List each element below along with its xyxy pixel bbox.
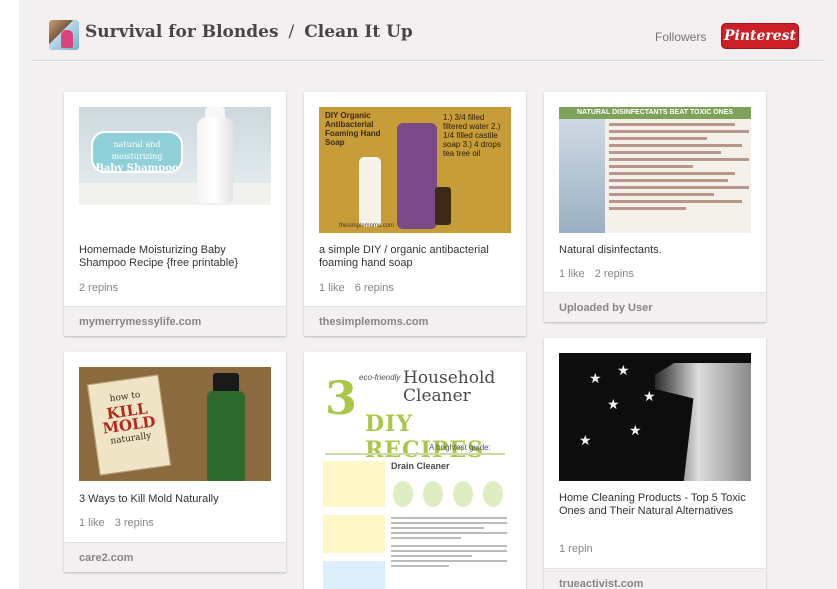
star-icon: ★ [617, 362, 630, 378]
pin-stats: 1 repin [559, 543, 593, 555]
pin-image[interactable]: NATURAL DISINFECTANTS BEAT TOXIC ONES [559, 107, 751, 233]
image-text: Drain Cleaner [391, 461, 450, 471]
user-name-link[interactable]: Survival for Blondes [85, 22, 279, 42]
pin-description[interactable]: a simple DIY / organic antibacterial foa… [319, 244, 511, 270]
oil-bottle-shape [435, 187, 451, 225]
repin-count[interactable]: 2 repins [79, 282, 118, 294]
star-icon: ★ [589, 370, 602, 386]
pin-source[interactable]: mymerrymessylife.com [64, 306, 286, 336]
star-icon: ★ [607, 396, 620, 412]
followers-link[interactable]: Followers [655, 30, 706, 44]
pin-stats: 1 like 3 repins [79, 517, 154, 529]
bottle-shape [197, 117, 233, 203]
image-text: DIY RECIPES [365, 411, 485, 463]
info-box [323, 561, 385, 589]
image-label: natural and moisturizing Baby Shampoo [91, 131, 183, 174]
pin-source[interactable]: Uploaded by User [544, 292, 766, 322]
pin-card[interactable]: natural and moisturizing Baby Shampoo Ho… [64, 92, 286, 336]
pin-image[interactable]: natural and moisturizing Baby Shampoo [79, 107, 271, 205]
repin-count[interactable]: 1 repin [559, 543, 593, 555]
pin-stats: 2 repins [79, 282, 118, 294]
like-count[interactable]: 1 like [79, 517, 105, 529]
image-text: Household Cleaner [403, 368, 496, 406]
image-text: natural and moisturizing [111, 140, 163, 161]
pinterest-button[interactable]: Pinterest [721, 23, 799, 49]
header-divider [33, 60, 823, 62]
image-text: 3 [325, 371, 358, 425]
breadcrumb-separator: / [288, 22, 295, 42]
ingredient-illustrations [391, 477, 507, 511]
cleaning-person-figure [559, 119, 605, 233]
repin-count[interactable]: 6 repins [355, 282, 394, 294]
pin-stats: 1 like 2 repins [559, 268, 634, 280]
user-avatar[interactable] [49, 20, 79, 50]
spray-bottle-shape [655, 363, 751, 481]
pin-description[interactable]: 3 Ways to Kill Mold Naturally [79, 493, 271, 506]
star-icon: ★ [579, 432, 592, 448]
board-header: Survival for Blondes / Clean It Up Followe… [19, 0, 837, 62]
pin-card[interactable]: how to KILL MOLD naturally 3 Ways to Kil… [64, 352, 286, 572]
soap-bottle-shape [397, 123, 437, 229]
image-text: 1.) 3/4 filled filtered water 2.) 1/4 fi… [443, 113, 501, 158]
image-text: eco-friendly [359, 373, 401, 382]
image-label: how to KILL MOLD naturally [86, 374, 172, 476]
like-count[interactable]: 1 like [319, 282, 345, 294]
board-title: Clean It Up [304, 22, 413, 42]
image-text: NATURAL DISINFECTANTS BEAT TOXIC ONES [559, 107, 751, 119]
info-box [323, 461, 385, 507]
info-box [323, 515, 385, 553]
bottle-shape [207, 391, 245, 481]
repin-count[interactable]: 3 repins [115, 517, 154, 529]
board-area: Survival for Blondes / Clean It Up Followe… [19, 0, 837, 589]
like-count[interactable]: 1 like [559, 268, 585, 280]
pin-card[interactable]: DIY Organic Antibacterial Foaming Hand S… [304, 92, 526, 336]
breadcrumb: Survival for Blondes / Clean It Up [85, 22, 413, 42]
divider-line [325, 453, 505, 455]
pin-description[interactable]: Homemade Moisturizing Baby Shampoo Recip… [79, 244, 271, 270]
pin-image[interactable]: ★ ★ ★ ★ ★ ★ [559, 353, 751, 481]
pin-image[interactable]: 3 eco-friendly Household Cleaner DIY REC… [319, 367, 511, 589]
image-text: Baby Shampoo [95, 163, 179, 174]
image-surface [79, 183, 271, 205]
image-text: DIY Organic Antibacterial Foaming Hand S… [325, 111, 381, 147]
pin-image[interactable]: DIY Organic Antibacterial Foaming Hand S… [319, 107, 511, 233]
bottle-cap [213, 373, 239, 393]
repin-count[interactable]: 2 repins [595, 268, 634, 280]
pin-description[interactable]: Home Cleaning Products - Top 5 Toxic One… [559, 492, 751, 518]
pin-card[interactable]: 3 eco-friendly Household Cleaner DIY REC… [304, 352, 526, 589]
image-text-lines [391, 517, 507, 570]
pin-source[interactable]: trueactivist.com [544, 568, 766, 589]
pin-description[interactable]: Natural disinfectants. [559, 244, 751, 257]
image-text: thesimplemoms.com [339, 223, 395, 229]
pin-card[interactable]: NATURAL DISINFECTANTS BEAT TOXIC ONES Na… [544, 92, 766, 322]
star-icon: ★ [629, 422, 642, 438]
pin-card[interactable]: ★ ★ ★ ★ ★ ★ Home Cleaning Products - Top… [544, 338, 766, 589]
foam-bottle-shape [359, 157, 381, 227]
pin-source[interactable]: thesimplemoms.com [304, 306, 526, 336]
pin-image[interactable]: how to KILL MOLD naturally [79, 367, 271, 481]
image-text-lines [609, 123, 749, 214]
pin-source[interactable]: care2.com [64, 542, 286, 572]
pin-stats: 1 like 6 repins [319, 282, 394, 294]
image-text: A brightest guide: [429, 443, 491, 452]
star-icon: ★ [643, 388, 656, 404]
